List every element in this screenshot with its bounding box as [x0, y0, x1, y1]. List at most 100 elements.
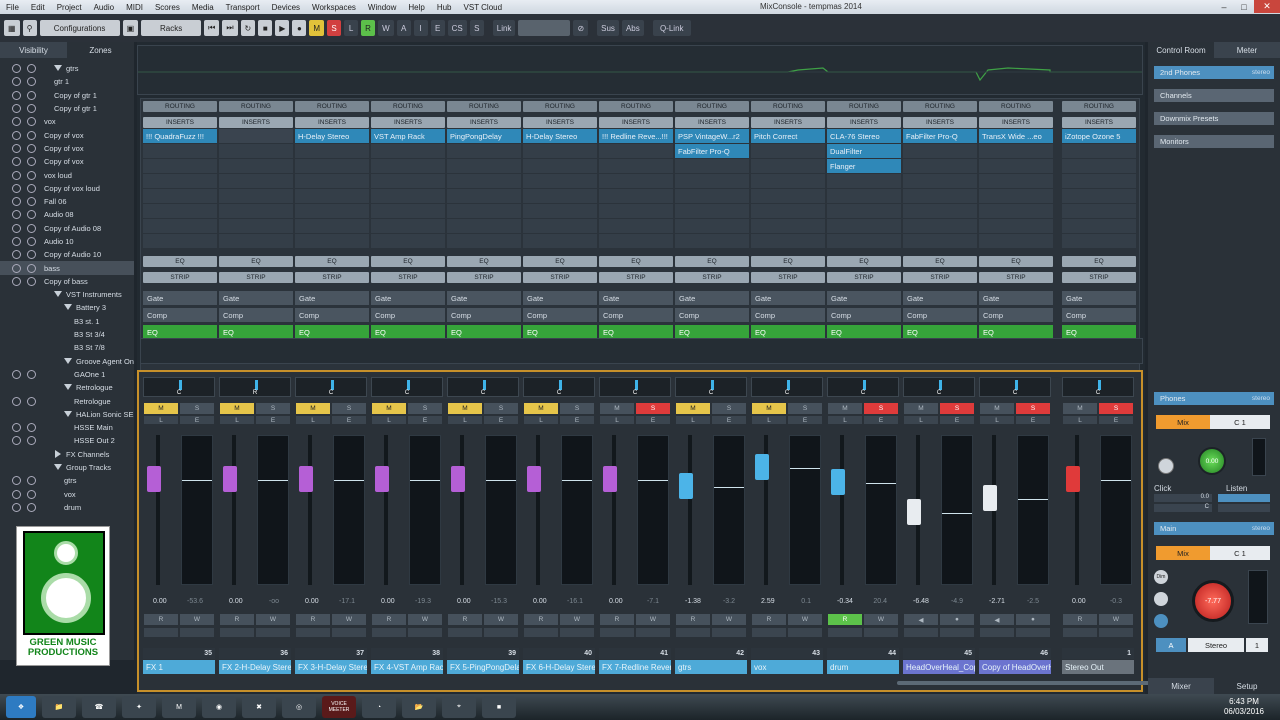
write-automation-button[interactable]: ● — [1016, 614, 1050, 625]
channel-settings-button[interactable] — [1063, 628, 1097, 637]
malwarebytes-icon[interactable]: M — [162, 696, 196, 718]
insert-slot[interactable] — [143, 144, 217, 158]
go-start-icon[interactable]: ⏮ — [204, 20, 220, 36]
insert-slot[interactable]: H-Delay Stereo — [295, 129, 369, 143]
solo-button[interactable]: S — [712, 403, 746, 414]
write-automation-button[interactable]: W — [332, 614, 366, 625]
channel-settings-button[interactable] — [904, 628, 938, 637]
edit-button[interactable]: E — [1016, 416, 1050, 424]
insert-slot[interactable] — [1062, 144, 1136, 158]
insert-slot[interactable] — [523, 159, 597, 173]
strip-header[interactable]: STRIP — [447, 272, 521, 283]
inserts-header[interactable]: INSERTS — [219, 117, 293, 128]
read-automation-button[interactable]: R — [144, 614, 178, 625]
channel-settings-button[interactable] — [220, 628, 254, 637]
channel-edit-button[interactable] — [712, 628, 746, 637]
visibility-toggle-icon[interactable] — [12, 250, 21, 260]
minimize-icon[interactable]: – — [1214, 0, 1234, 13]
pan-control[interactable]: C — [143, 377, 215, 397]
routing-header[interactable]: ROUTING — [371, 101, 445, 112]
inserts-header[interactable]: INSERTS — [827, 117, 901, 128]
folder-expand-icon[interactable] — [54, 65, 62, 72]
insert-slot[interactable]: H-Delay Stereo — [523, 129, 597, 143]
mute-button[interactable]: M — [980, 403, 1014, 414]
fader-handle[interactable] — [223, 465, 237, 492]
menu-item[interactable]: Hub — [431, 3, 458, 12]
track-list-item[interactable]: Audio 10 — [0, 235, 134, 248]
listen-button[interactable]: L — [980, 416, 1014, 424]
read-automation-button[interactable]: R — [524, 614, 558, 625]
racks-button[interactable]: Racks — [141, 20, 202, 36]
eq-header[interactable]: EQ — [751, 256, 825, 267]
insert-slot[interactable] — [1062, 219, 1136, 233]
track-list-item[interactable]: HSSE Out 2 — [0, 434, 134, 447]
insert-slot[interactable] — [827, 234, 901, 248]
edit-button[interactable]: E — [940, 416, 974, 424]
strip-header[interactable]: STRIP — [219, 272, 293, 283]
pan-control[interactable]: C — [447, 377, 519, 397]
channel-name[interactable]: Stereo Out — [1062, 660, 1134, 674]
routing-header[interactable]: ROUTING — [523, 101, 597, 112]
visibility-toggle-icon[interactable] — [12, 237, 21, 246]
read-automation-button[interactable]: R — [676, 614, 710, 625]
tab-control-room[interactable]: Control Room — [1148, 42, 1214, 58]
channel-edit-button[interactable] — [940, 628, 974, 637]
insert-slot[interactable] — [371, 219, 445, 233]
insert-slot[interactable] — [675, 234, 749, 248]
eq-header[interactable]: EQ — [371, 256, 445, 267]
visibility-toggle-icon[interactable] — [12, 263, 21, 273]
strip-header[interactable]: STRIP — [295, 272, 369, 283]
insert-slot[interactable] — [219, 234, 293, 248]
inserts-header[interactable]: INSERTS — [295, 117, 369, 128]
fader-handle[interactable] — [527, 465, 541, 492]
click-level-value[interactable]: 0.0 — [1154, 494, 1212, 502]
phones-mix-button[interactable]: Mix — [1156, 415, 1210, 429]
insert-slot[interactable] — [143, 234, 217, 248]
menu-item[interactable]: Window — [362, 3, 402, 12]
section-downmix[interactable]: Downmix Presets — [1154, 112, 1274, 125]
main-c1-button[interactable]: C 1 — [1210, 546, 1270, 560]
stop-icon[interactable]: ■ — [258, 20, 273, 36]
read-automation-button[interactable]: R — [600, 614, 634, 625]
link-select[interactable] — [518, 20, 571, 36]
insert-slot[interactable] — [979, 204, 1053, 218]
visibility-toggle-icon[interactable] — [12, 223, 21, 233]
gate-module[interactable]: Gate — [295, 291, 369, 305]
listen-button[interactable]: L — [372, 416, 406, 424]
visibility-toggle-icon[interactable] — [27, 250, 36, 260]
insert-slot[interactable]: !!! QuadraFuzz !!! — [143, 129, 217, 143]
visibility-toggle-icon[interactable] — [12, 170, 21, 180]
visibility-toggle-icon[interactable] — [27, 223, 36, 233]
solo-button[interactable]: S — [788, 403, 822, 414]
visibility-toggle-icon[interactable] — [27, 104, 36, 114]
insert-slot[interactable] — [599, 144, 673, 158]
visibility-toggle-icon[interactable] — [12, 157, 21, 167]
section-2nd-phones[interactable]: 2nd Phones stereo — [1154, 66, 1274, 79]
mute-button[interactable]: M — [904, 403, 938, 414]
channel-settings-button[interactable] — [980, 628, 1014, 637]
eq-module[interactable]: EQ — [219, 325, 293, 339]
mute-global-button[interactable]: M — [309, 20, 325, 36]
insert-slot[interactable] — [295, 234, 369, 248]
pan-control[interactable]: C — [827, 377, 899, 397]
write-automation-button[interactable]: W — [864, 614, 898, 625]
insert-slot[interactable]: VST Amp Rack — [371, 129, 445, 143]
insert-slot[interactable] — [979, 234, 1053, 248]
solo-button[interactable]: S — [560, 403, 594, 414]
eq-header[interactable]: EQ — [219, 256, 293, 267]
configurations-button[interactable]: Configurations — [39, 20, 120, 36]
app-icon[interactable]: ■ — [482, 696, 516, 718]
insert-slot[interactable] — [979, 159, 1053, 173]
folder-icon[interactable]: 📂 — [402, 696, 436, 718]
gate-module[interactable]: Gate — [371, 291, 445, 305]
abs-button[interactable]: Abs — [621, 20, 644, 36]
write-automation-button[interactable]: W — [560, 614, 594, 625]
tab-zones[interactable]: Zones — [67, 42, 134, 58]
track-list-item[interactable]: Copy of Audio 08 — [0, 222, 134, 235]
insert-slot[interactable] — [295, 219, 369, 233]
channel-settings-button[interactable] — [524, 628, 558, 637]
channel-settings-button[interactable] — [600, 628, 634, 637]
insert-slot[interactable]: iZotope Ozone 5 — [1062, 129, 1136, 143]
insert-slot[interactable] — [675, 219, 749, 233]
insert-slot[interactable] — [751, 159, 825, 173]
